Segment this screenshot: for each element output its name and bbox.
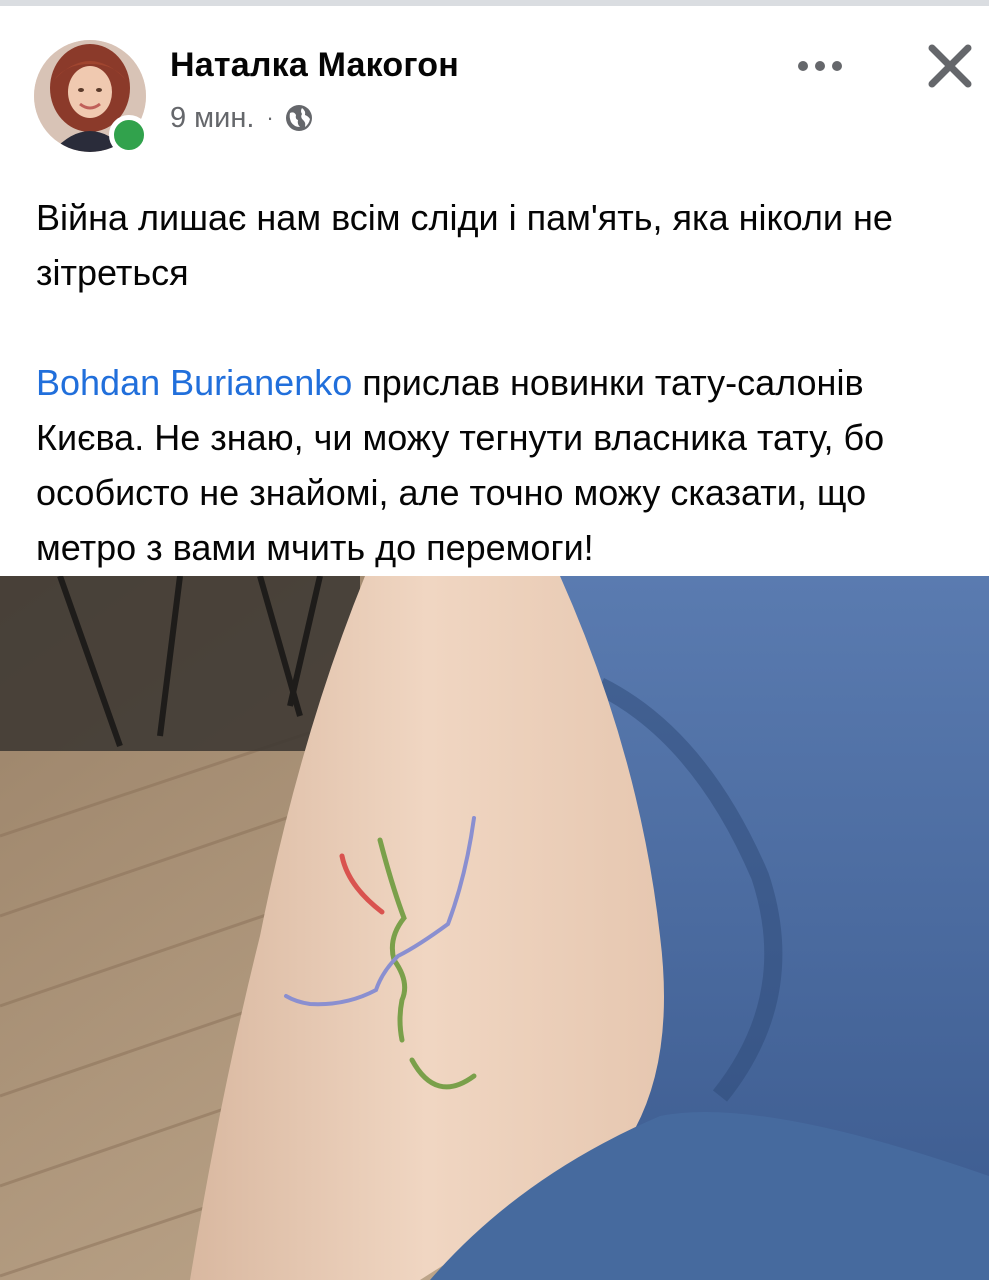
online-status-indicator [109,115,149,155]
globe-icon [284,103,314,133]
post-time[interactable]: 9 мин. [170,102,254,135]
post-paragraph: Bohdan Burianenko прислав новинки тату-с… [36,355,976,575]
post-body: Війна лишає нам всім сліди і пам'ять, як… [36,190,976,575]
more-options-icon[interactable] [790,44,850,88]
post-meta: 9 мин. · [170,100,314,136]
mention-link[interactable]: Bohdan Burianenko [36,362,352,403]
meta-separator: · [266,105,274,130]
author-name[interactable]: Наталка Макогон [170,46,459,85]
close-icon[interactable] [924,40,976,92]
post-paragraph: Війна лишає нам всім сліди і пам'ять, як… [36,197,893,293]
post-photo[interactable] [0,576,989,1280]
post-header: Наталка Макогон 9 мин. · [0,6,989,156]
